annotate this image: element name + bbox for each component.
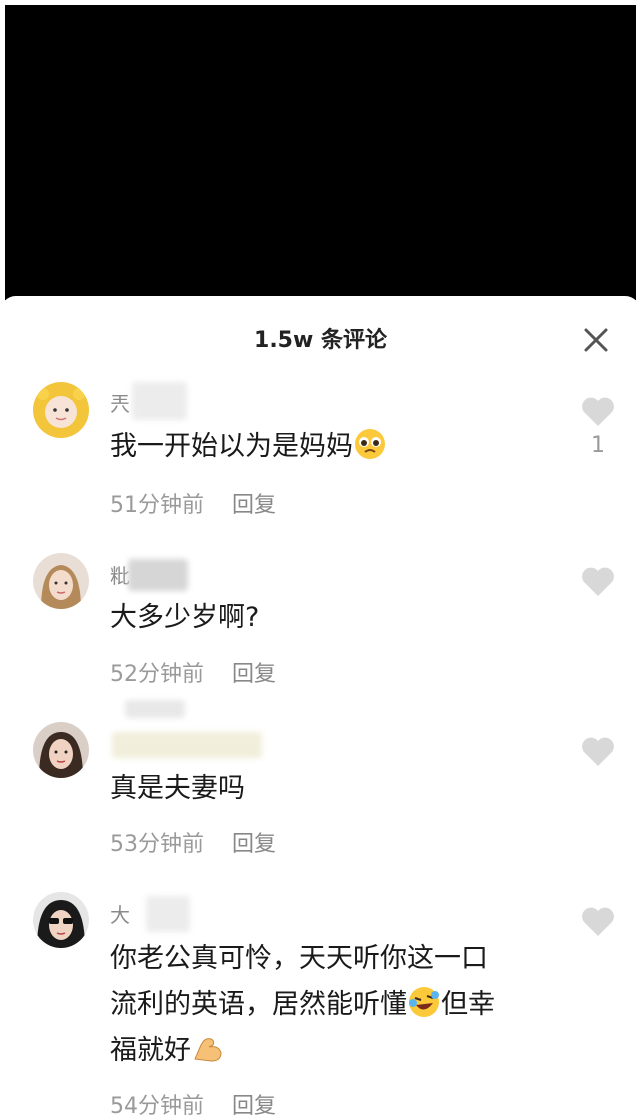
comment-meta: 53分钟前 回复 — [110, 826, 276, 858]
heart-icon — [582, 907, 614, 936]
heart-icon — [582, 397, 614, 426]
heart-icon — [582, 567, 614, 596]
comment-meta: 52分钟前 回复 — [110, 656, 276, 688]
rolling-laughing-emoji-icon — [409, 987, 439, 1017]
username[interactable]: 大 — [110, 898, 130, 928]
reply-button[interactable]: 回复 — [232, 487, 276, 519]
avatar[interactable] — [33, 892, 89, 948]
comment-time: 54分钟前 — [110, 1094, 204, 1119]
username-blur — [132, 382, 187, 420]
flexed-biceps-emoji-icon — [194, 1038, 222, 1062]
like-button[interactable] — [581, 736, 615, 768]
close-button[interactable] — [578, 322, 614, 358]
like-button[interactable] — [581, 396, 615, 428]
like-count: 1 — [591, 433, 605, 458]
comment-text: 大多少岁啊? — [110, 602, 260, 633]
heart-icon — [582, 737, 614, 766]
comment-text: 我一开始以为是妈妈 — [110, 424, 550, 470]
username[interactable]: 兲 — [110, 387, 130, 417]
comment-time: 53分钟前 — [110, 832, 204, 857]
username-blur — [128, 559, 188, 591]
comment-text: 你老公真可怜，天天听你这一口 流利的英语，居然能听懂 但幸 福就好 — [110, 943, 495, 1066]
comment-meta: 54分钟前 回复 — [110, 1088, 276, 1120]
avatar[interactable] — [33, 553, 89, 609]
comment-time: 52分钟前 — [110, 662, 204, 687]
close-icon — [584, 328, 608, 352]
pleading-face-emoji-icon — [355, 429, 385, 459]
reply-button[interactable]: 回复 — [232, 826, 276, 858]
avatar[interactable] — [33, 722, 89, 778]
comment-time: 51分钟前 — [110, 493, 204, 518]
username[interactable]: 粃 — [110, 559, 130, 589]
like-button[interactable] — [581, 906, 615, 938]
like-button[interactable] — [581, 566, 615, 598]
username-blur — [112, 732, 262, 758]
reply-button[interactable]: 回复 — [232, 656, 276, 688]
comment-meta: 51分钟前 回复 — [110, 487, 276, 519]
username-blur — [146, 896, 190, 932]
comment-text: 真是夫妻吗 — [110, 773, 245, 804]
avatar[interactable] — [33, 382, 89, 438]
username-blur — [125, 700, 185, 718]
video-player[interactable] — [5, 5, 636, 305]
comment-count-title: 1.5w 条评论 — [254, 328, 387, 353]
reply-button[interactable]: 回复 — [232, 1088, 276, 1120]
